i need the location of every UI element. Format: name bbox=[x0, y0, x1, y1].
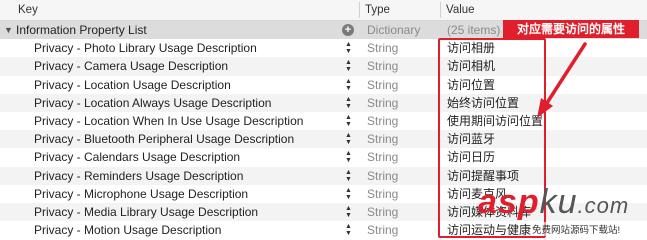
type-cell[interactable]: String bbox=[367, 203, 437, 221]
key-cell[interactable]: Privacy - Calendars Usage Description bbox=[34, 148, 334, 166]
up-down-stepper-icon[interactable]: ▲ ▼ bbox=[345, 150, 352, 164]
header-type[interactable]: Type bbox=[365, 0, 390, 20]
key-cell[interactable]: Privacy - Reminders Usage Description bbox=[34, 167, 334, 185]
key-cell[interactable]: Privacy - Location Usage Description bbox=[34, 76, 334, 94]
key-cell[interactable]: Privacy - Location Always Usage Descript… bbox=[34, 94, 334, 112]
type-cell[interactable]: String bbox=[367, 185, 437, 203]
up-down-stepper-icon[interactable]: ▲ ▼ bbox=[345, 114, 352, 128]
plist-row[interactable]: Privacy - Bluetooth Peripheral Usage Des… bbox=[0, 130, 647, 149]
header-key[interactable]: Key bbox=[18, 0, 38, 20]
header-value[interactable]: Value bbox=[446, 0, 475, 20]
key-cell[interactable]: Privacy - Media Library Usage Descriptio… bbox=[34, 203, 334, 221]
column-header: Key Type Value bbox=[0, 0, 647, 21]
type-cell[interactable]: String bbox=[367, 130, 437, 148]
plus-circle-icon[interactable]: + bbox=[342, 24, 354, 36]
up-down-stepper-icon[interactable]: ▲ ▼ bbox=[345, 41, 352, 55]
key-cell[interactable]: Privacy - Bluetooth Peripheral Usage Des… bbox=[34, 130, 334, 148]
up-down-stepper-icon[interactable]: ▲ ▼ bbox=[345, 78, 352, 92]
key-cell[interactable]: Privacy - Photo Library Usage Descriptio… bbox=[34, 39, 334, 57]
up-down-stepper-icon[interactable]: ▲ ▼ bbox=[345, 132, 352, 146]
type-cell[interactable]: String bbox=[367, 57, 437, 75]
type-cell[interactable]: String bbox=[367, 148, 437, 166]
type-cell[interactable]: String bbox=[367, 39, 437, 57]
key-cell: Information Property List bbox=[16, 23, 147, 37]
watermark-tagline: 免费网站源码下载站! bbox=[532, 222, 621, 236]
watermark: aspku.com 免费网站源码下载站! bbox=[470, 182, 647, 240]
type-cell[interactable]: String bbox=[367, 94, 437, 112]
up-down-stepper-icon[interactable]: ▲ ▼ bbox=[345, 169, 352, 183]
header-divider[interactable] bbox=[440, 2, 441, 18]
triangle-down-icon[interactable]: ▼ bbox=[4, 21, 14, 39]
type-cell[interactable]: String bbox=[367, 221, 437, 239]
plist-row[interactable]: Privacy - Calendars Usage Description ▲ ▼ S… bbox=[0, 148, 647, 166]
type-cell[interactable]: String bbox=[367, 167, 437, 185]
key-cell[interactable]: Privacy - Location When In Use Usage Des… bbox=[34, 112, 334, 130]
up-down-stepper-icon[interactable]: ▲ ▼ bbox=[345, 96, 352, 110]
type-cell[interactable]: Dictionary bbox=[367, 21, 437, 39]
key-cell[interactable]: Privacy - Microphone Usage Description bbox=[34, 185, 334, 203]
up-down-stepper-icon[interactable]: ▲ ▼ bbox=[345, 59, 352, 73]
type-cell[interactable]: String bbox=[367, 76, 437, 94]
key-cell[interactable]: Privacy - Motion Usage Description bbox=[34, 221, 334, 239]
header-divider[interactable] bbox=[359, 2, 360, 18]
key-cell[interactable]: Privacy - Camera Usage Description bbox=[34, 57, 334, 75]
annotation-label: 对应需要访问的属性 bbox=[503, 20, 639, 38]
up-down-stepper-icon[interactable]: ▲ ▼ bbox=[345, 223, 352, 237]
up-down-stepper-icon[interactable]: ▲ ▼ bbox=[345, 205, 352, 219]
up-down-stepper-icon[interactable]: ▲ ▼ bbox=[345, 187, 352, 201]
annotation-arrow-icon bbox=[537, 42, 587, 118]
type-cell[interactable]: String bbox=[367, 112, 437, 130]
watermark-logo: aspku.com bbox=[478, 183, 630, 221]
